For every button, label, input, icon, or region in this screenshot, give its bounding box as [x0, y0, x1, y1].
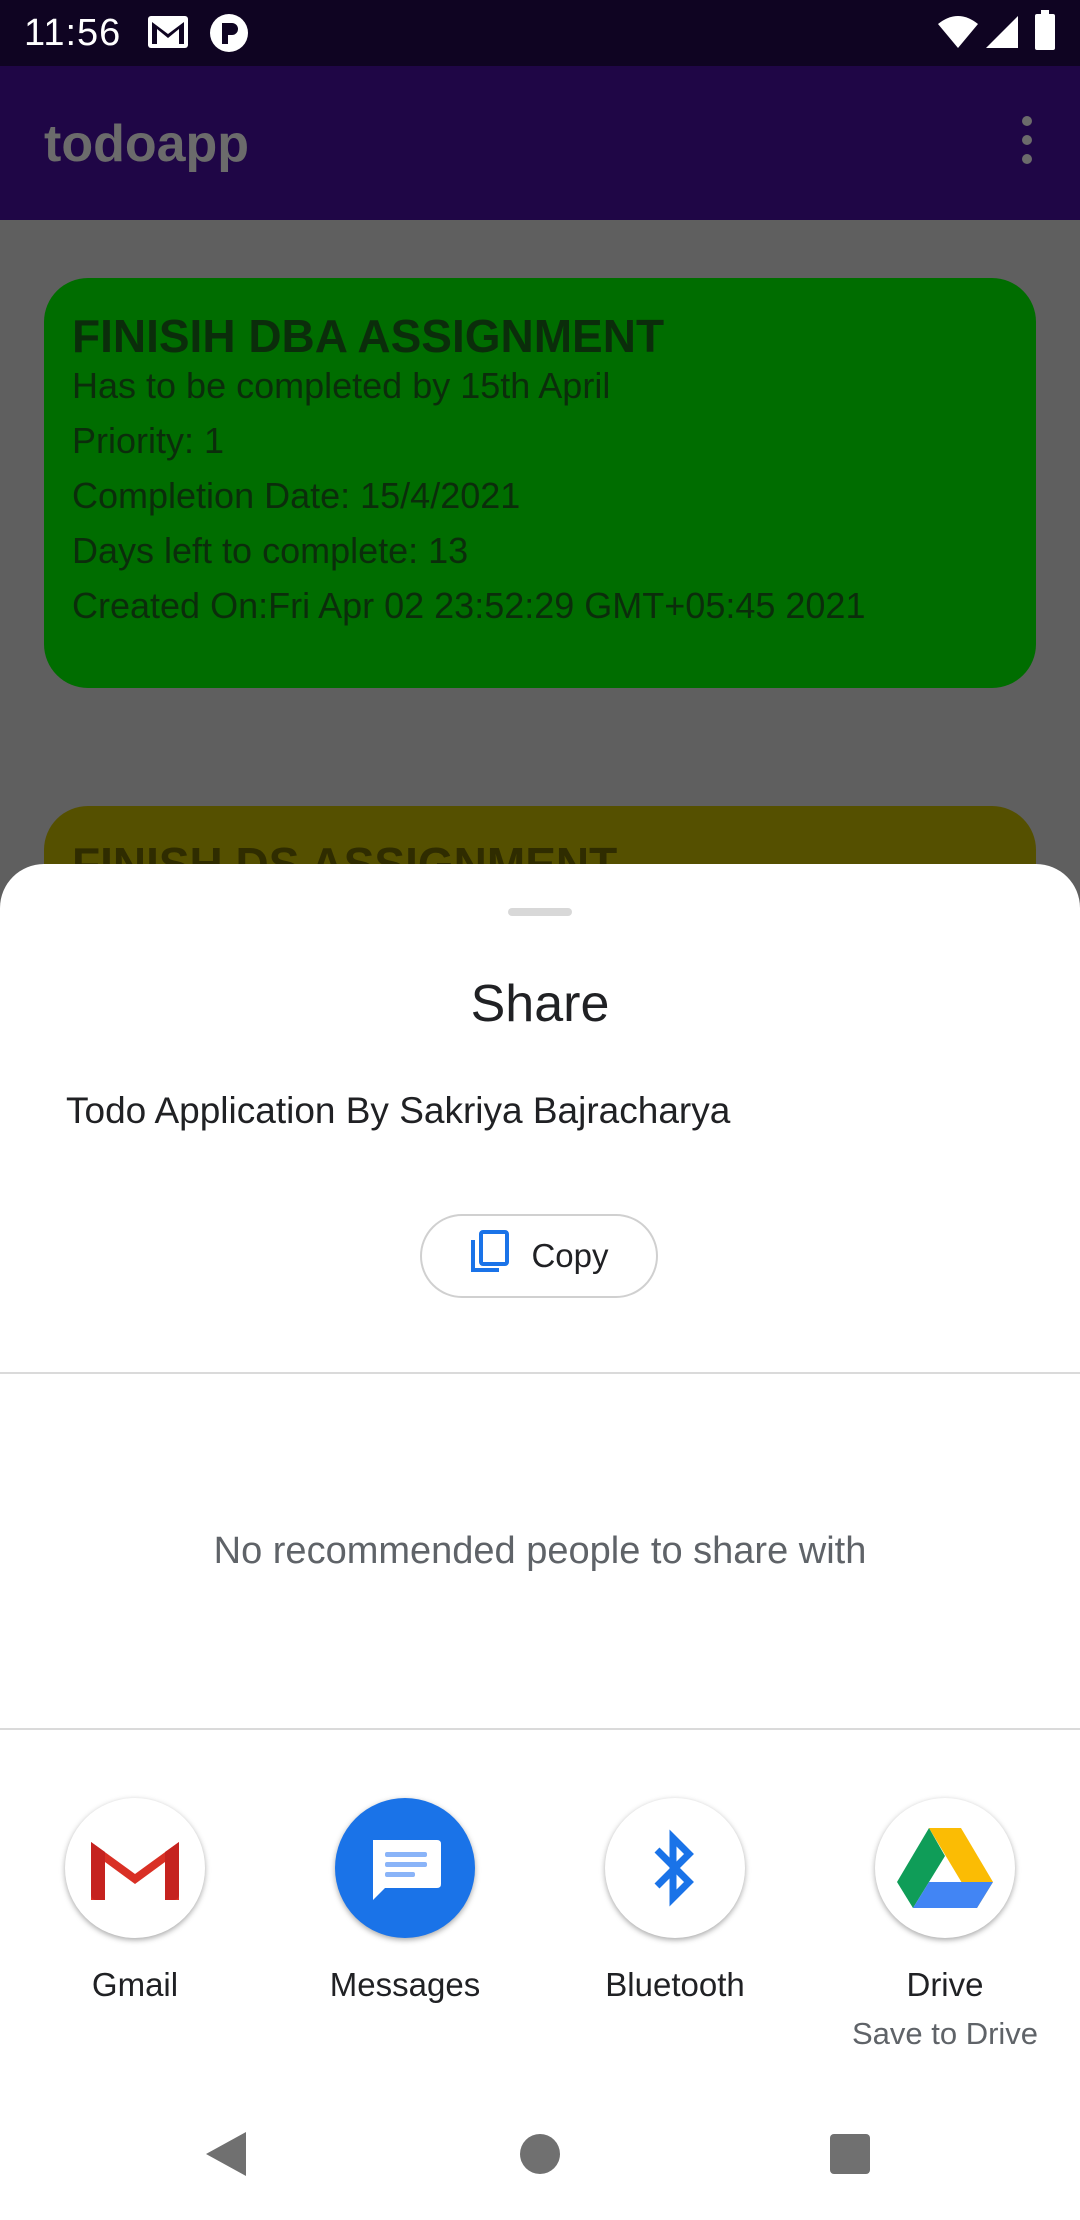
copy-button[interactable]: Copy: [420, 1214, 658, 1298]
todo-card[interactable]: FINISIH DBA ASSIGNMENT Has to be complet…: [44, 278, 1036, 688]
share-target-drive[interactable]: Drive Save to Drive: [810, 1798, 1080, 2052]
todo-completion-date: Completion Date: 15/4/2021: [72, 475, 521, 516]
bluetooth-icon: [605, 1798, 745, 1938]
app-title: todoapp: [44, 115, 250, 173]
share-target-gmail[interactable]: Gmail: [0, 1798, 270, 2004]
overflow-menu-icon[interactable]: [1020, 116, 1034, 170]
recents-icon[interactable]: [828, 2132, 872, 2181]
wifi-icon: [936, 14, 980, 55]
drive-icon: [875, 1798, 1015, 1938]
copy-icon: [469, 1230, 510, 1282]
messages-icon: [335, 1798, 475, 1938]
share-target-bluetooth[interactable]: Bluetooth: [540, 1798, 810, 2004]
todo-title: FINISIH DBA ASSIGNMENT: [72, 310, 665, 362]
gmail-notification-icon: [146, 12, 190, 57]
share-sheet: Share Todo Application By Sakriya Bajrac…: [0, 864, 1080, 2220]
todo-created-on: Created On:Fri Apr 02 23:52:29 GMT+05:45…: [72, 585, 866, 626]
copy-label: Copy: [531, 1237, 609, 1274]
signal-icon: [984, 14, 1020, 55]
todo-priority: Priority: 1: [72, 420, 225, 461]
no-recommended-people-text: No recommended people to share with: [213, 1530, 867, 1572]
share-target-label: Messages: [329, 1966, 481, 2003]
share-target-label: Drive: [906, 1966, 984, 2003]
gmail-icon: [65, 1798, 205, 1938]
share-target-label: Gmail: [91, 1966, 179, 2003]
status-bar: 11:56: [0, 0, 1080, 66]
home-icon[interactable]: [518, 2132, 562, 2181]
back-icon[interactable]: [204, 2130, 248, 2183]
todo-description: Has to be completed by 15th April: [72, 365, 611, 406]
battery-icon: [1034, 10, 1056, 57]
divider: [0, 1372, 1080, 1374]
share-target-sublabel: Save to Drive: [851, 2016, 1039, 2051]
navigation-bar: [0, 2094, 1080, 2220]
share-target-label: Bluetooth: [605, 1966, 745, 2003]
share-targets: Gmail Messages Bluetooth Drive Save to D…: [0, 1798, 1080, 2058]
share-title: Share: [470, 975, 610, 1033]
divider: [0, 1728, 1080, 1730]
share-text-preview: Todo Application By Sakriya Bajracharya: [66, 1090, 731, 1131]
app-notification-icon: [208, 12, 250, 59]
todo-days-left: Days left to complete: 13: [72, 530, 469, 571]
share-target-messages[interactable]: Messages: [270, 1798, 540, 2004]
app-bar: todoapp: [0, 66, 1080, 220]
drag-handle[interactable]: [508, 908, 572, 916]
status-time: 11:56: [24, 12, 122, 54]
